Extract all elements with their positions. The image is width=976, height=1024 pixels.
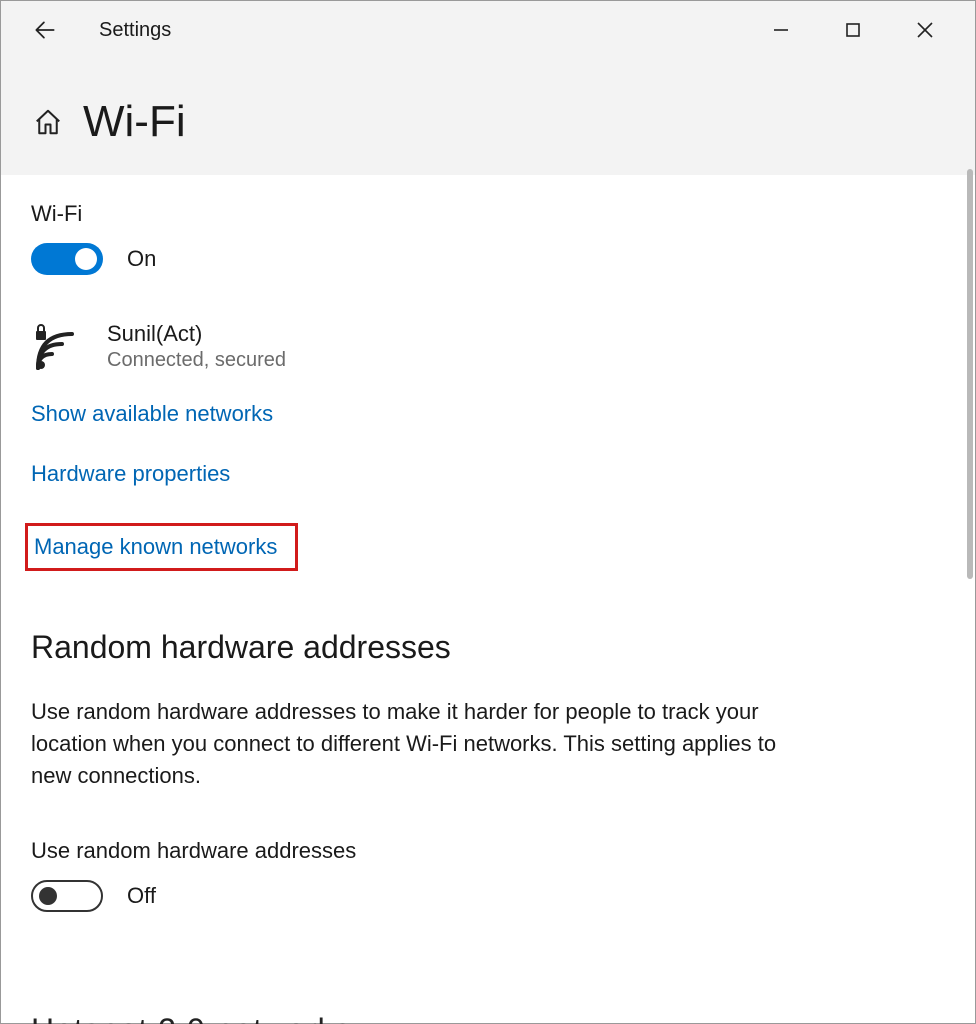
random-hw-heading: Random hardware addresses xyxy=(31,629,945,666)
window-controls xyxy=(769,18,973,42)
back-arrow-icon xyxy=(32,17,58,43)
network-status: Connected, secured xyxy=(107,349,286,372)
home-icon xyxy=(33,107,63,137)
settings-window: Settings xyxy=(0,0,976,1024)
minimize-button[interactable] xyxy=(769,18,793,42)
random-hw-toggle-label: Use random hardware addresses xyxy=(31,838,945,864)
wifi-secured-icon xyxy=(31,321,85,375)
minimize-icon xyxy=(772,21,790,39)
titlebar: Settings xyxy=(1,1,975,59)
toggle-knob xyxy=(75,248,97,270)
hotspot-heading: Hotspot 2.0 networks xyxy=(31,1012,352,1024)
hardware-properties-link[interactable]: Hardware properties xyxy=(31,463,230,485)
maximize-icon xyxy=(844,21,862,39)
page-header: Wi-Fi xyxy=(1,59,975,175)
app-title: Settings xyxy=(99,19,171,42)
random-hw-toggle-row: Off xyxy=(31,880,945,912)
close-button[interactable] xyxy=(913,18,937,42)
page-title: Wi-Fi xyxy=(83,97,186,147)
scrollbar[interactable] xyxy=(967,169,973,579)
close-icon xyxy=(915,20,935,40)
random-hw-toggle[interactable] xyxy=(31,880,103,912)
show-available-networks-link[interactable]: Show available networks xyxy=(31,403,273,425)
toggle-knob xyxy=(39,887,57,905)
current-network[interactable]: Sunil(Act) Connected, secured xyxy=(31,321,945,375)
wifi-toggle-row: On xyxy=(31,243,945,275)
back-button[interactable] xyxy=(31,16,59,44)
random-hw-description: Use random hardware addresses to make it… xyxy=(31,696,791,792)
wifi-toggle-state: On xyxy=(127,246,156,272)
wifi-section-label: Wi-Fi xyxy=(31,201,945,227)
random-hw-toggle-state: Off xyxy=(127,883,156,909)
maximize-button[interactable] xyxy=(841,18,865,42)
content-area: Wi-Fi On xyxy=(1,175,975,1024)
home-button[interactable] xyxy=(31,105,65,139)
network-text: Sunil(Act) Connected, secured xyxy=(107,321,286,372)
network-name: Sunil(Act) xyxy=(107,321,286,347)
wifi-toggle[interactable] xyxy=(31,243,103,275)
manage-known-networks-link[interactable]: Manage known networks xyxy=(34,534,277,560)
annotation-highlight: Manage known networks xyxy=(25,523,298,571)
